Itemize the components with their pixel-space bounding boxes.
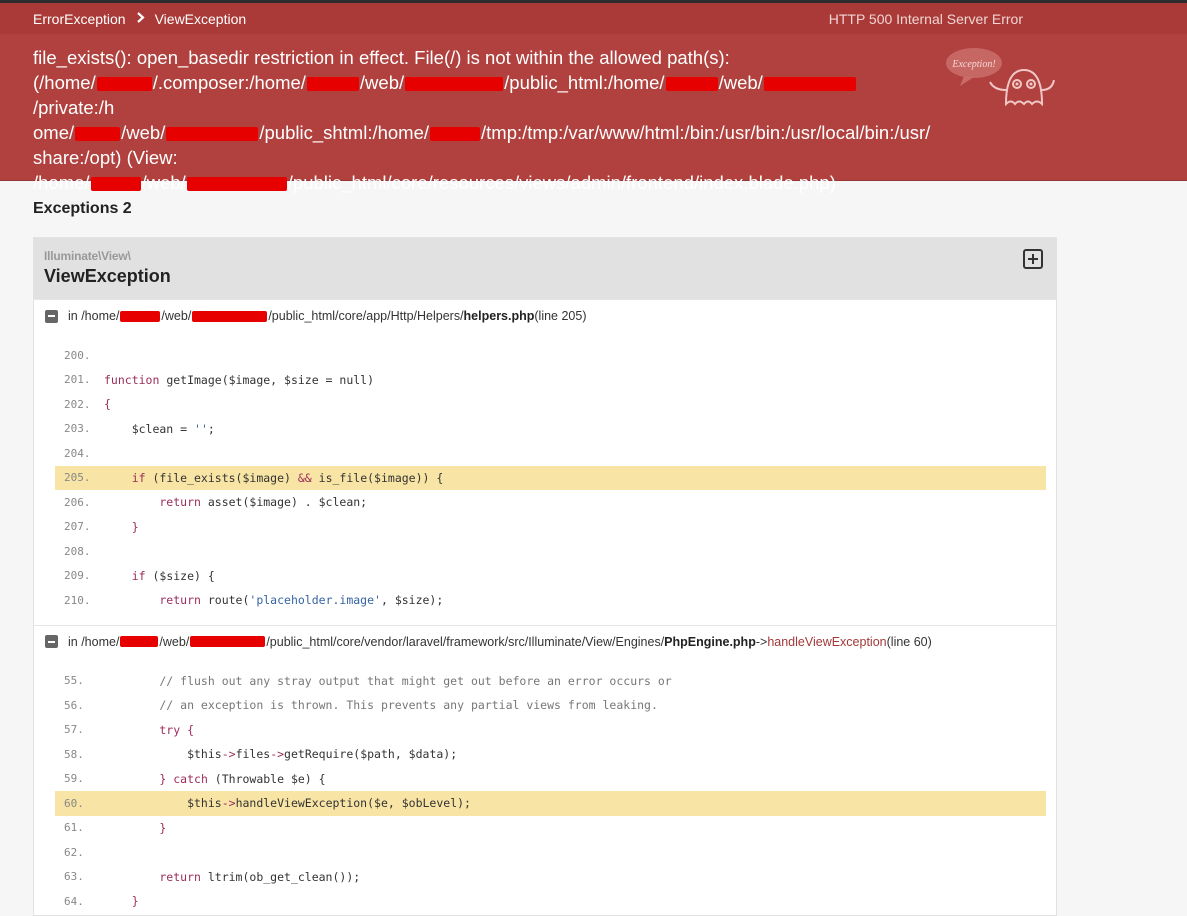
code-line: 59. } catch (Throwable $e) { bbox=[64, 771, 326, 786]
code-line: 200. bbox=[64, 348, 91, 362]
code-line: 209. if ($size) { bbox=[64, 568, 215, 583]
redaction-mark bbox=[90, 177, 141, 192]
redaction-mark bbox=[763, 77, 856, 92]
redaction-mark bbox=[186, 177, 287, 192]
code-line: 58. $this->files->getRequire($path, $dat… bbox=[64, 747, 458, 762]
chevron-right-icon bbox=[136, 11, 145, 26]
trace-header[interactable]: in /home//web//public_html/core/vendor/l… bbox=[34, 626, 1056, 658]
trace-entry: in /home//web//public_html/core/app/Http… bbox=[34, 299, 1056, 625]
trace-file: PhpEngine.php bbox=[664, 634, 756, 649]
code-line: 210. return route('placeholder.image', $… bbox=[64, 593, 444, 608]
exceptions-count: Exceptions 2 bbox=[33, 200, 132, 217]
redaction-mark bbox=[306, 77, 359, 92]
code-line: 56. // an exception is thrown. This prev… bbox=[64, 698, 658, 713]
expand-plus-icon[interactable] bbox=[1023, 249, 1043, 269]
code-line: 202.{ bbox=[64, 397, 111, 412]
trace-file: helpers.php bbox=[463, 309, 535, 323]
code-line: 57. try { bbox=[64, 722, 195, 737]
trace-header[interactable]: in /home//web//public_html/core/app/Http… bbox=[34, 300, 1056, 332]
message-line: ome//web//public_shtml:/home//tmp:/tmp:/… bbox=[33, 122, 931, 143]
ghost-exception-icon: Exception! bbox=[946, 48, 1055, 107]
collapse-minus-icon[interactable] bbox=[45, 309, 58, 323]
trace-entry: in /home//web//public_html/core/vendor/l… bbox=[34, 624, 1056, 916]
exception-namespace: Illuminate\View\ bbox=[44, 249, 131, 263]
code-snippet: 55. // flush out any stray output that m… bbox=[34, 658, 1056, 916]
redaction-mark bbox=[405, 77, 504, 92]
redaction-mark bbox=[96, 77, 152, 92]
code-line: 201. function getImage($image, $size = nu… bbox=[64, 372, 375, 387]
redaction-mark bbox=[75, 127, 121, 142]
redaction-mark bbox=[120, 636, 159, 647]
code-snippet: 200. 201. function getImage($image, $size… bbox=[34, 332, 1056, 625]
code-line: 203. $clean = ''; bbox=[64, 421, 215, 436]
redaction-mark bbox=[665, 77, 718, 92]
breadcrumb-item-errorexception[interactable]: ErrorException bbox=[33, 11, 126, 27]
code-line: 206. return asset($image) . $clean; bbox=[64, 495, 368, 510]
trace-method: handleViewException bbox=[767, 634, 887, 649]
ghost-speech-label: Exception! bbox=[951, 59, 995, 70]
breadcrumb-item-viewexception[interactable]: ViewException bbox=[155, 11, 247, 27]
http-status: HTTP 500 Internal Server Error bbox=[828, 10, 1023, 27]
message-line: (/home//.composer:/home//web//public_htm… bbox=[33, 70, 937, 120]
header-topline: ErrorException ViewException HTTP 500 In… bbox=[0, 3, 1187, 34]
code-line: 207. } bbox=[64, 519, 139, 534]
code-line: 62. bbox=[64, 845, 84, 859]
exception-panel: Illuminate\View\ ViewException in /home/… bbox=[33, 237, 1057, 916]
code-line: 55. // flush out any stray output that m… bbox=[64, 673, 672, 688]
highlighted-code-line: 60. $this->handleViewException($e, $obLe… bbox=[55, 791, 1046, 816]
exception-class: ViewException bbox=[44, 266, 171, 286]
message-line: file_exists(): open_basedir restriction … bbox=[33, 47, 730, 68]
redaction-mark bbox=[120, 310, 161, 322]
code-line: 63. return ltrim(ob_get_clean()); bbox=[64, 869, 361, 884]
code-line: 61. } bbox=[64, 820, 167, 835]
exception-panel-header: Illuminate\View\ ViewException bbox=[34, 238, 1056, 299]
collapse-minus-icon[interactable] bbox=[45, 635, 58, 648]
code-line: 64. } bbox=[64, 894, 139, 909]
highlighted-code-line: 205. if (file_exists($image) && is_file(… bbox=[55, 465, 1046, 490]
message-line: /home//web//public_html/core/resources/v… bbox=[33, 172, 836, 193]
redaction-mark bbox=[430, 127, 481, 142]
breadcrumb: ErrorException ViewException bbox=[33, 11, 246, 27]
code-line: 208. bbox=[64, 544, 91, 558]
exception-header: ErrorException ViewException HTTP 500 In… bbox=[0, 3, 1187, 193]
redaction-mark bbox=[166, 127, 259, 142]
code-line: 204. bbox=[64, 446, 91, 460]
redaction-mark bbox=[192, 310, 268, 322]
message-line: share:/opt) (View: bbox=[33, 147, 178, 168]
redaction-mark bbox=[190, 636, 266, 647]
